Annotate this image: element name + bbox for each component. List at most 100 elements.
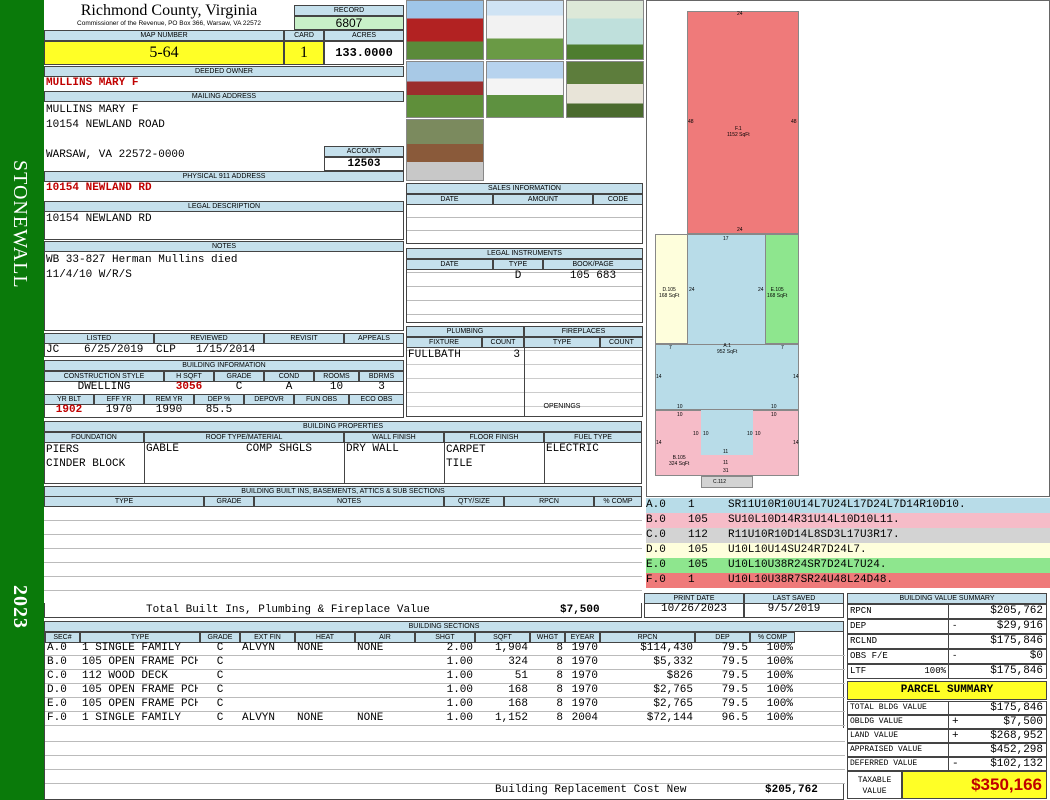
bvs-value: $175,846 (990, 665, 1043, 677)
legend-row: A.0 1 SR11U10R10U14L7U24L17D24L7D14R10D10. (646, 498, 1050, 513)
mailing-line3: WARSAW, VA 22572-0000 (46, 149, 185, 161)
listed-date: 6/25/2019 (84, 344, 144, 356)
table-cell: 1.00 (446, 684, 473, 696)
table-cell: 168 (508, 698, 528, 710)
photo-house[interactable] (486, 0, 564, 60)
dim-label: 24 (758, 287, 764, 293)
table-cell: 112 WOOD DECK (82, 670, 168, 682)
table-cell: $5,332 (653, 656, 693, 668)
wall-finish: DRY WALL (346, 443, 399, 455)
bvs-label: BUILDING VALUE SUMMARY (847, 593, 1047, 604)
physical-address: 10154 NEWLAND RD (46, 182, 152, 194)
legend-row: C.0 112 R11U10R10D14L8SD3L17U3R17. (646, 528, 1050, 543)
fixture-count: 3 (513, 349, 520, 361)
table-cell: $826 (666, 670, 693, 682)
bvs-row: LTF 100% $175,846 (847, 664, 1047, 679)
ps-key: LAND VALUE (850, 731, 899, 740)
table-cell: 100% (766, 642, 793, 654)
sales-info-label: SALES INFORMATION (406, 183, 643, 194)
parcel-summary-row: OBLDG VALUE + $7,500 (847, 715, 1047, 729)
table-cell: 100% (766, 684, 793, 696)
bvs-row: DEP - $29,916 (847, 619, 1047, 634)
table-cell: 8 (556, 670, 563, 682)
bdrms-value: 3 (378, 381, 385, 393)
table-cell: 2004 (571, 712, 598, 724)
table-cell: 8 (556, 684, 563, 696)
built-ins-lines (44, 507, 642, 603)
bvs-key: RCLND (850, 636, 878, 646)
divider (344, 443, 345, 484)
table-row: D.0 105 OPEN FRAME PCH C 1.00 168 8 1970 $2,765… (45, 684, 845, 698)
photo-barn-field[interactable] (406, 61, 484, 118)
rooms-value: 10 (329, 381, 344, 393)
legend-code: A.0 (646, 499, 666, 511)
bvs-key: OBS F/E (850, 651, 888, 661)
legend-path: SR11U10R10U14L7U24L17D24L7D14R10D10. (728, 499, 966, 511)
floor-finish-values: CARPET TILE (446, 443, 486, 471)
divider (144, 443, 145, 484)
legend-code: E.0 (646, 559, 666, 571)
instr-type-label: TYPE (493, 259, 543, 270)
table-cell: A.0 (47, 642, 67, 654)
district-label: STONEWALL (9, 160, 31, 289)
legend-row: E.0 105 U10L10U38R24SR7D24L7U24. (646, 558, 1050, 573)
building-info-label: BUILDING INFORMATION (44, 360, 404, 371)
table-cell: C (216, 712, 224, 724)
photo-house-front[interactable] (486, 61, 564, 118)
photo-sign[interactable] (566, 61, 644, 118)
cond-value: A (285, 381, 293, 393)
ps-value: $7,500 (1003, 716, 1043, 728)
openings-label: OPENINGS (543, 403, 581, 410)
legend-num: 112 (688, 529, 708, 541)
table-cell: 1.00 (446, 656, 473, 668)
table-cell: 105 OPEN FRAME PCH (82, 684, 198, 696)
hsqft-value: 3056 (175, 381, 203, 393)
acres-value: 133.0000 (324, 41, 404, 65)
instr-type: D (514, 270, 522, 282)
physical-address-label: PHYSICAL 911 ADDRESS (44, 171, 404, 182)
building-properties-label: BUILDING PROPERTIES (44, 421, 642, 432)
table-cell: 8 (556, 712, 563, 724)
dim-label: 7 (669, 345, 672, 351)
map-number: 5-64 (44, 41, 284, 65)
ecoobs-label: ECO OBS (349, 394, 404, 405)
ps-value: $175,846 (990, 702, 1043, 714)
table-cell: 8 (556, 656, 563, 668)
table-cell: 79.5 (721, 684, 748, 696)
dim-label: 14 (793, 374, 799, 380)
card-number: 1 (284, 41, 324, 65)
sketch-section-c (701, 476, 753, 488)
table-cell: 1 SINGLE FAMILY (82, 642, 182, 654)
table-cell: 100% (766, 698, 793, 710)
appeals-label: APPEALS (344, 333, 404, 344)
table-cell: 79.5 (721, 642, 748, 654)
bvs-value: $175,846 (990, 635, 1043, 647)
fixture-count-label: COUNT (482, 337, 524, 348)
empty-rows (45, 728, 845, 784)
district-sidebar: STONEWALL 2023 (0, 0, 44, 800)
wall-finish-label: WALL FINISH (344, 432, 444, 443)
sales-amount-label: AMOUNT (493, 194, 593, 205)
grade-value: C (235, 381, 243, 393)
bvs-sign: - (952, 621, 958, 631)
table-cell: NONE (297, 712, 324, 724)
table-cell: 2.00 (446, 642, 473, 654)
notes-line1: WB 33-827 Herman Mullins died (46, 254, 238, 266)
roof-label: ROOF TYPE/MATERIAL (144, 432, 344, 443)
dim-label: 10 (677, 412, 683, 418)
table-cell: 8 (556, 698, 563, 710)
building-sketch[interactable]: 24 48 48 24 F.1 1152 SqFt 17 24 24 D.105 1… (646, 0, 1050, 497)
photo-shed[interactable] (566, 0, 644, 60)
effyr-value: 1970 (105, 404, 133, 416)
table-cell: 324 (508, 656, 528, 668)
sketch-label-a: A.1 952 SqFt (717, 343, 738, 355)
photo-mailbox[interactable] (406, 119, 484, 181)
photo-barn[interactable] (406, 0, 484, 60)
table-cell: 1.00 (446, 698, 473, 710)
dim-label: 10 (747, 431, 753, 437)
bvs-value: $205,762 (990, 605, 1043, 617)
bi-grade-label: GRADE (204, 496, 254, 507)
table-cell: C.0 (47, 670, 67, 682)
table-cell: 1970 (571, 656, 598, 668)
foundation-values: PIERS CINDER BLOCK (46, 443, 125, 471)
